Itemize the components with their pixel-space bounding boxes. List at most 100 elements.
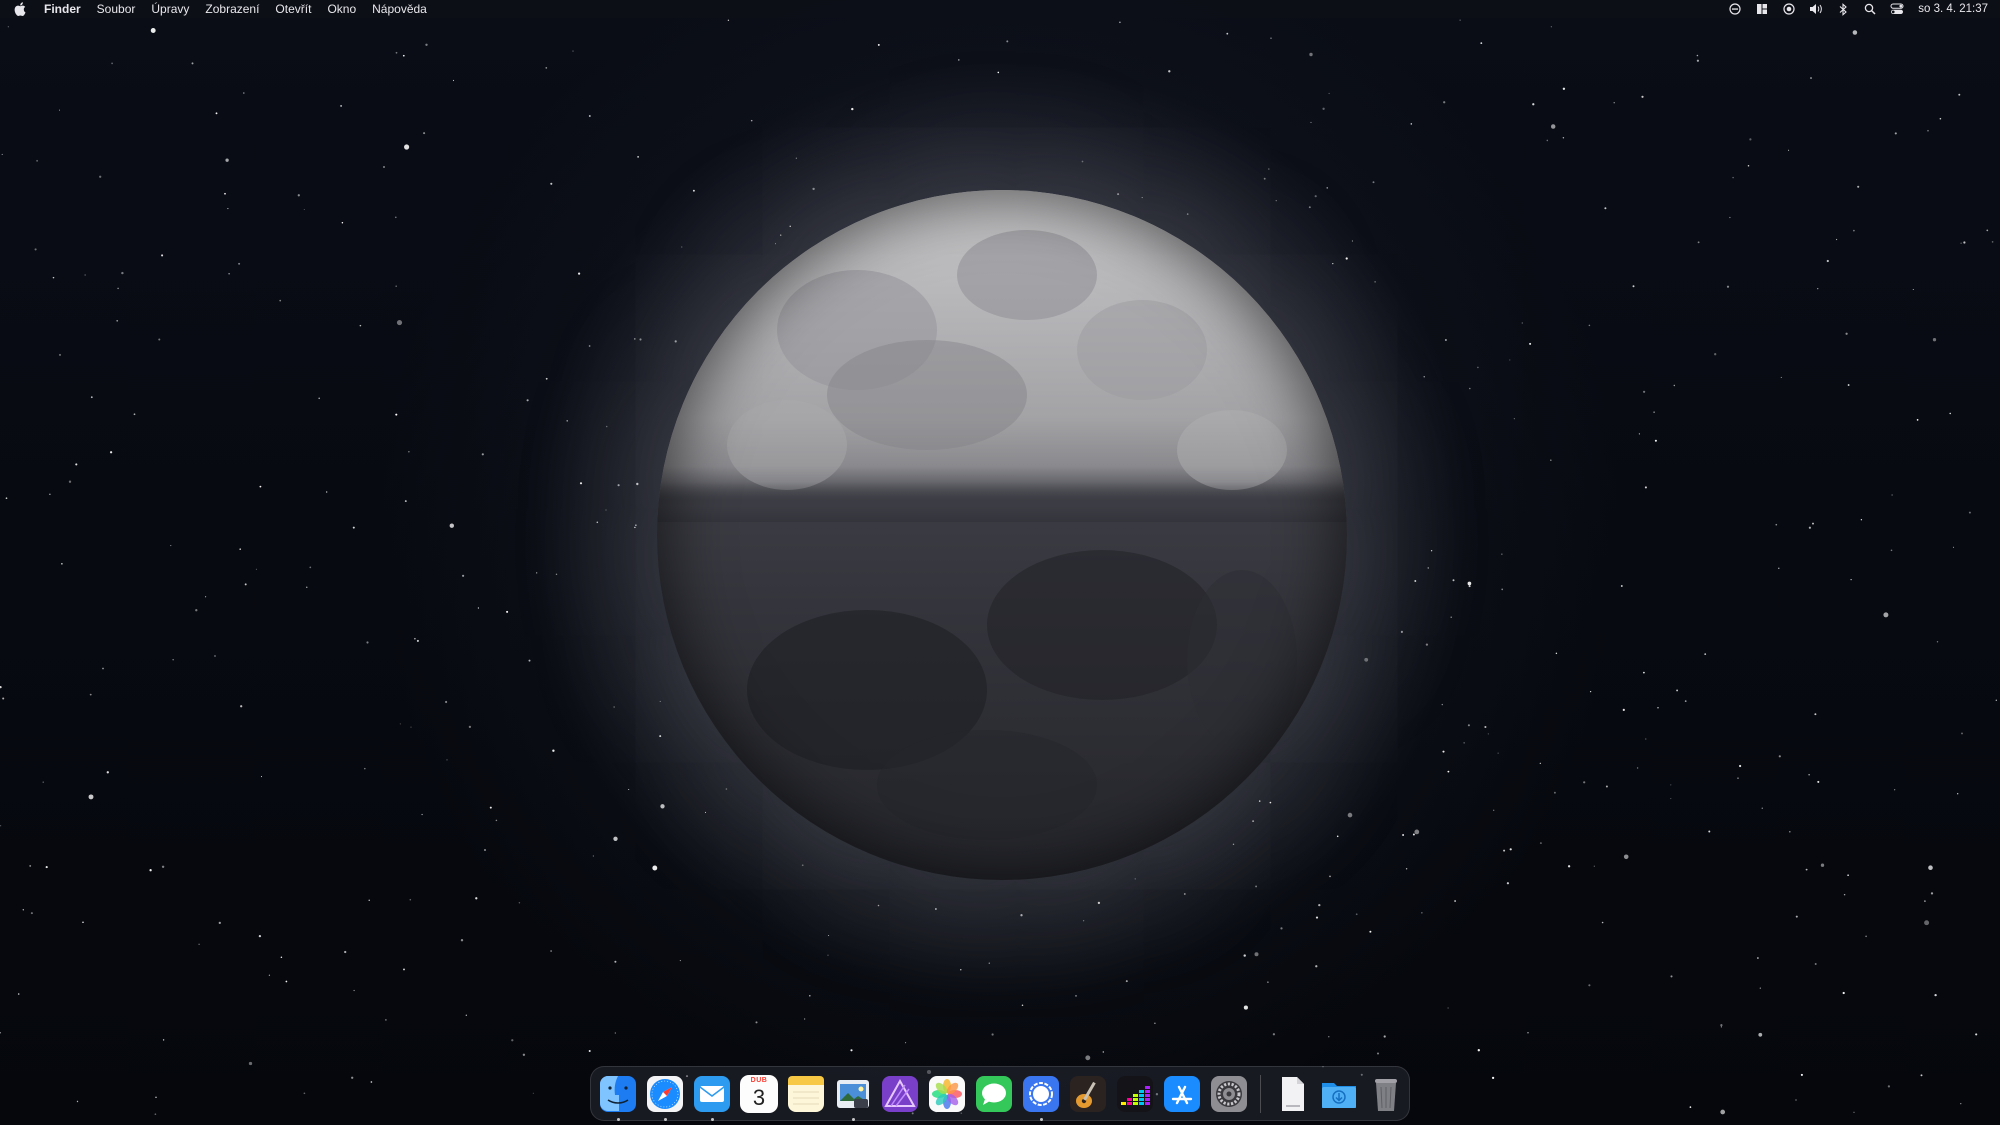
star bbox=[637, 156, 639, 158]
star bbox=[1714, 353, 1717, 356]
dock-messages[interactable] bbox=[975, 1075, 1013, 1113]
dock-finder[interactable] bbox=[599, 1075, 637, 1121]
dock-safari[interactable] bbox=[646, 1075, 684, 1121]
star bbox=[88, 794, 94, 800]
star bbox=[750, 119, 753, 122]
menu-app-name[interactable]: Finder bbox=[44, 0, 81, 18]
star bbox=[1850, 578, 1852, 581]
star bbox=[1226, 32, 1229, 35]
preview-icon bbox=[837, 1079, 869, 1108]
dock-deezer[interactable] bbox=[1116, 1075, 1154, 1113]
star bbox=[545, 377, 548, 380]
star bbox=[29, 864, 32, 867]
star bbox=[149, 869, 152, 872]
star bbox=[1890, 549, 1893, 552]
do-not-disturb-icon[interactable] bbox=[1728, 2, 1742, 16]
star bbox=[228, 273, 230, 275]
volume-icon[interactable] bbox=[1809, 2, 1823, 16]
star bbox=[1491, 1076, 1495, 1080]
star bbox=[1372, 181, 1375, 184]
dock-mail[interactable] bbox=[693, 1075, 731, 1121]
mail-icon bbox=[694, 1075, 730, 1112]
star bbox=[1501, 553, 1503, 555]
star bbox=[1912, 288, 1914, 291]
star bbox=[596, 521, 599, 524]
star bbox=[659, 700, 661, 702]
dock-trash[interactable] bbox=[1367, 1075, 1405, 1113]
dock-notes[interactable] bbox=[787, 1075, 825, 1113]
star bbox=[588, 115, 591, 117]
dock-photos[interactable] bbox=[928, 1075, 966, 1113]
star bbox=[215, 112, 218, 115]
star bbox=[1924, 900, 1926, 902]
star bbox=[1817, 780, 1820, 783]
menu-otevrit[interactable]: Otevřít bbox=[275, 0, 311, 18]
star bbox=[1452, 579, 1455, 582]
calendar-month: DUB bbox=[750, 1076, 768, 1084]
star bbox=[1550, 459, 1552, 462]
star bbox=[1315, 965, 1318, 968]
star bbox=[446, 759, 448, 761]
star bbox=[76, 1100, 79, 1103]
star bbox=[1623, 854, 1629, 860]
star bbox=[1958, 93, 1961, 96]
menu-zobrazeni[interactable]: Zobrazení bbox=[205, 0, 259, 18]
star bbox=[1593, 865, 1595, 867]
star bbox=[326, 491, 328, 493]
star bbox=[1957, 793, 1959, 795]
star bbox=[1414, 829, 1420, 835]
star bbox=[1732, 176, 1734, 179]
menu-okno[interactable]: Okno bbox=[327, 0, 356, 18]
document-icon bbox=[1282, 1076, 1304, 1111]
star bbox=[1883, 612, 1889, 618]
star bbox=[1757, 957, 1759, 959]
star bbox=[522, 1053, 526, 1056]
star bbox=[1364, 657, 1369, 662]
dock-system-preferences[interactable] bbox=[1210, 1075, 1248, 1113]
dock-affinity-photo[interactable] bbox=[881, 1075, 919, 1113]
star bbox=[588, 345, 591, 347]
dock-downloads[interactable] bbox=[1320, 1075, 1358, 1113]
star bbox=[1085, 1055, 1091, 1061]
dock-document[interactable] bbox=[1273, 1075, 1311, 1113]
running-indicator bbox=[852, 1117, 855, 1121]
dock-garageband[interactable] bbox=[1069, 1075, 1107, 1113]
star bbox=[465, 1014, 467, 1016]
star bbox=[1254, 952, 1259, 957]
star bbox=[1963, 241, 1966, 244]
menu-soubor[interactable]: Soubor bbox=[97, 0, 136, 18]
screen-record-icon[interactable] bbox=[1782, 2, 1796, 16]
menu-upravy[interactable]: Úpravy bbox=[151, 0, 189, 18]
star bbox=[991, 1033, 994, 1036]
star bbox=[1761, 807, 1763, 809]
star bbox=[1749, 138, 1752, 141]
star bbox=[1345, 257, 1348, 260]
star bbox=[205, 596, 207, 598]
star bbox=[1696, 59, 1700, 62]
star bbox=[61, 563, 63, 565]
star bbox=[421, 813, 423, 816]
star bbox=[588, 1049, 591, 1053]
star bbox=[555, 573, 558, 576]
dock-signal[interactable] bbox=[1022, 1075, 1060, 1121]
star bbox=[1444, 339, 1447, 341]
bluetooth-icon[interactable] bbox=[1836, 2, 1850, 16]
dock-calendar[interactable]: DUB 3 bbox=[740, 1074, 778, 1113]
window-tiling-icon[interactable] bbox=[1755, 2, 1769, 16]
star bbox=[1459, 19, 1461, 21]
dock-app-store[interactable] bbox=[1163, 1075, 1201, 1113]
control-center-icon[interactable] bbox=[1890, 2, 1904, 16]
menu-napoveda[interactable]: Nápověda bbox=[372, 0, 427, 18]
affinity-photo-icon bbox=[882, 1075, 918, 1112]
star bbox=[1986, 229, 1989, 232]
dock-preview[interactable] bbox=[834, 1075, 872, 1121]
star bbox=[1788, 149, 1790, 151]
star bbox=[1960, 242, 1962, 244]
star bbox=[1936, 641, 1939, 643]
menubar-clock[interactable]: so 3. 4. 21:37 bbox=[1918, 0, 1988, 18]
star bbox=[550, 950, 552, 952]
spotlight-search-icon[interactable] bbox=[1863, 2, 1877, 16]
star bbox=[462, 574, 465, 577]
apple-menu-icon[interactable] bbox=[14, 1, 28, 17]
star bbox=[58, 109, 61, 111]
